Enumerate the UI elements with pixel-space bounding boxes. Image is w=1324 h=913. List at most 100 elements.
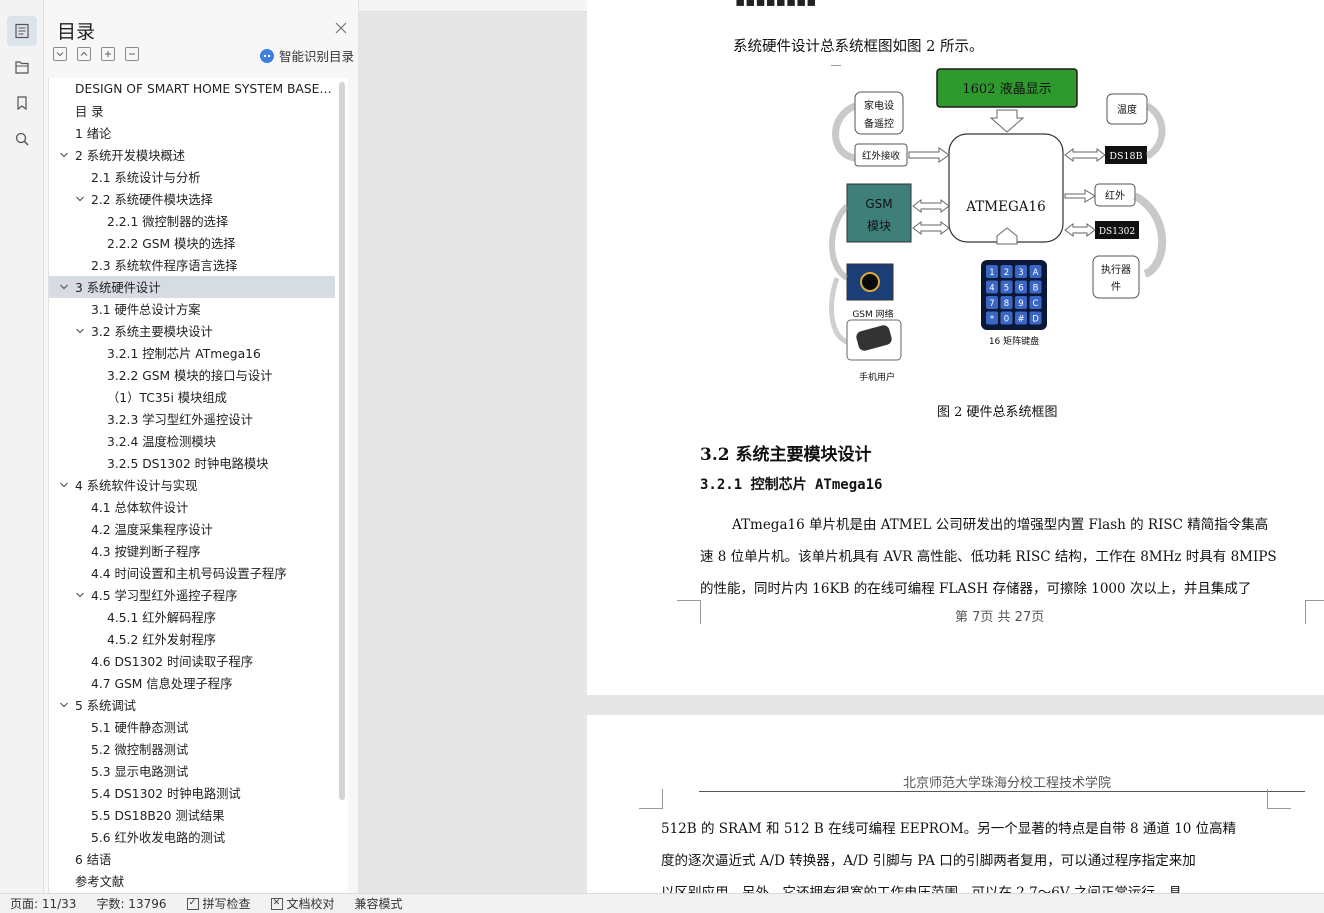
remove-entry-icon[interactable] [125,47,139,61]
toc-item-label: 4.2 温度采集程序设计 [91,523,213,537]
keypad-key-label: # [1017,315,1024,325]
toc-item[interactable]: 2.1 系统设计与分析 [49,166,335,188]
toc-item[interactable]: 2.2.2 GSM 模块的选择 [49,232,335,254]
lcd-arrow [989,109,1025,133]
toc-item[interactable]: 参考文献 [49,870,335,892]
proofread-button[interactable]: ✕ 文档校对 [270,895,335,912]
appliance-loop [832,102,857,162]
toc-item[interactable]: 4.5.2 红外发射程序 [49,628,335,650]
paragraph-line-3: 的性能，同时片内 16KB 的在线可编程 FLASH 存储器，可擦除 1000 … [700,581,1252,597]
toc-item-label: 目 录 [75,105,104,119]
chevron-down-icon[interactable] [59,700,69,710]
toc-item[interactable]: 4 系统软件设计与实现 [49,474,335,496]
toc-item[interactable]: 3 系统硬件设计 [49,276,335,298]
gsm-block [846,183,912,243]
toc-item[interactable]: 4.7 GSM 信息处理子程序 [49,672,335,694]
chevron-down-icon[interactable] [59,282,69,292]
toc-item[interactable]: 4.2 温度采集程序设计 [49,518,335,540]
toc-item[interactable]: （1）TC35i 模块组成 [49,386,335,408]
toc-item[interactable]: 5.3 显示电路测试 [49,760,335,782]
toc-item-label: 4.7 GSM 信息处理子程序 [91,677,233,691]
toc-item-label: 2 系统开发模块概述 [75,149,186,163]
toc-item[interactable]: 4.5 学习型红外遥控子程序 [49,584,335,606]
keypad-key-label: 0 [1004,315,1009,325]
toc-item[interactable]: 5 系统调试 [49,694,335,716]
toc-item[interactable]: 3.2.5 DS1302 时钟电路模块 [49,452,335,474]
toc-item[interactable]: 4.5.1 红外解码程序 [49,606,335,628]
expand-all-icon[interactable] [77,47,91,61]
toc-item[interactable]: 2.2 系统硬件模块选择 [49,188,335,210]
toc-item[interactable]: 4.6 DS1302 时间读取子程序 [49,650,335,672]
toc-item[interactable]: DESIGN OF SMART HOME SYSTEM BASE… [49,78,335,100]
keypad-key-label: 9 [1018,299,1023,309]
ds18b-label: DS18B [1109,151,1142,162]
smart-toc-button[interactable]: 智能识别目录 [260,46,354,65]
add-entry-icon[interactable] [101,47,115,61]
toc-item[interactable]: 5.6 红外收发电路的测试 [49,826,335,848]
toc-item[interactable]: 2.3 系统软件程序语言选择 [49,254,335,276]
chevron-down-icon[interactable] [75,326,85,336]
document-view[interactable]: ▪▪▪▪▪▪▪▪ 系统硬件设计总系统框图如图 2 所示。 1602 液晶显示 A… [359,0,1324,893]
word-count: 字数: 13796 [96,897,167,911]
toc-item[interactable]: 3.2.4 温度检测模块 [49,430,335,452]
keypad-key-label: 2 [1004,268,1009,278]
toc-item[interactable]: 2 系统开发模块概述 [49,144,335,166]
keypad-label: 16 矩阵键盘 [989,335,1039,347]
toc-item[interactable]: 1 绪论 [49,122,335,144]
page-counter: 页面: 11/33 [10,897,77,911]
ir-receive-arrow [908,147,950,163]
close-icon[interactable] [334,20,350,36]
toc-item[interactable]: 3.1 硬件总设计方案 [49,298,335,320]
chevron-down-icon[interactable] [59,480,69,490]
intro-paragraph: 系统硬件设计总系统框图如图 2 所示。 [733,39,984,55]
smart-toc-label: 智能识别目录 [279,49,355,64]
toc-item[interactable]: 3.2.2 GSM 模块的接口与设计 [49,364,335,386]
document-page-8: 北京师范大学珠海分校工程技术学院 512B 的 SRAM 和 512 B 在线可… [587,715,1324,893]
keypad-key-label: 1 [989,268,994,278]
chevron-down-icon[interactable] [75,194,85,204]
chevron-down-icon[interactable] [59,150,69,160]
toc-panel-icon[interactable] [7,16,37,46]
toc-item[interactable]: 4.4 时间设置和主机号码设置子程序 [49,562,335,584]
figure-caption: 图 2 硬件总系统框图 [937,405,1058,420]
toc-item[interactable]: 6 结语 [49,848,335,870]
toc-item-label: 3.2.5 DS1302 时钟电路模块 [107,457,269,471]
spell-check-button[interactable]: ✓ 拼写检查 [186,895,251,912]
toc-item-label: 5.2 微控制器测试 [91,743,189,757]
toc-item[interactable]: 3.2 系统主要模块设计 [49,320,335,342]
toc-item-label: 5.3 显示电路测试 [91,765,189,779]
toc-item-label: DESIGN OF SMART HOME SYSTEM BASE… [75,82,332,96]
toc-item[interactable]: 3.2.1 控制芯片 ATmega16 [49,342,335,364]
bookmark-icon[interactable] [7,88,37,118]
keypad-key-label: 5 [1004,284,1009,294]
toc-item[interactable]: 目 录 [49,100,335,122]
toc-scrollbar[interactable] [339,82,345,800]
toc-item-label: （1）TC35i 模块组成 [107,391,227,405]
page2-line-1: 512B 的 SRAM 和 512 B 在线可编程 EEPROM。另一个显著的特… [661,821,1237,837]
robot-icon [260,48,274,63]
toc-item-label: 4.5.1 红外解码程序 [107,611,216,625]
toc-item-label: 5 系统调试 [75,699,136,713]
proofread-label: 文档校对 [286,897,335,911]
toc-item-label: 3.2.2 GSM 模块的接口与设计 [107,369,273,383]
collapse-all-icon[interactable] [53,47,67,61]
toc-item[interactable]: 5.5 DS18B20 测试结果 [49,804,335,826]
toc-item[interactable]: 4.3 按键判断子程序 [49,540,335,562]
search-icon[interactable] [7,124,37,154]
ir-arrow [1064,189,1096,203]
toc-item[interactable]: 5.4 DS1302 时钟电路测试 [49,782,335,804]
chevron-down-icon[interactable] [75,590,85,600]
hardware-block-diagram: 1602 液晶显示 ATMEGA16 家电设 备遥控 红外接收 温度 DS18B… [829,68,1167,383]
toc-item-label: 4.3 按键判断子程序 [91,545,201,559]
toc-item[interactable]: 5.2 微控制器测试 [49,738,335,760]
toc-item[interactable]: 5.1 硬件静态测试 [49,716,335,738]
ds1302-arrow [1064,223,1096,237]
thumbnail-panel-icon[interactable] [7,52,37,82]
subsection-heading: 3.2.1 控制芯片 ATmega16 [700,477,883,493]
cross-box-icon: ✕ [270,897,283,910]
toc-item-label: 2.3 系统软件程序语言选择 [91,259,238,273]
toc-item-label: 5.1 硬件静态测试 [91,721,189,735]
toc-item[interactable]: 2.2.1 微控制器的选择 [49,210,335,232]
toc-item[interactable]: 4.1 总体软件设计 [49,496,335,518]
toc-item[interactable]: 3.2.3 学习型红外遥控设计 [49,408,335,430]
